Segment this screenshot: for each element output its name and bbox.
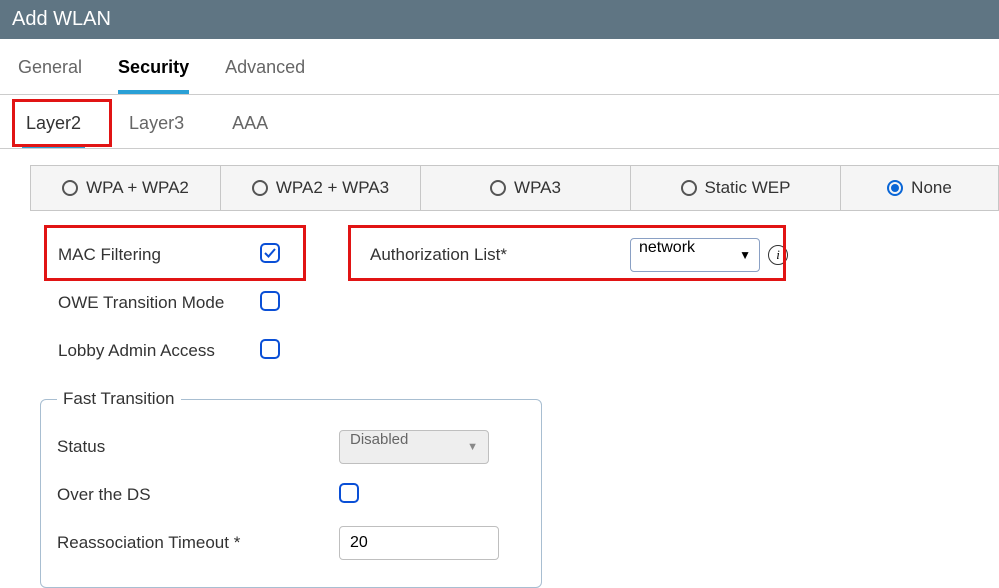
radio-label: None [911, 178, 952, 198]
fast-transition-fieldset: Fast Transition Status Disabled ▼ Over t… [40, 389, 542, 588]
info-icon[interactable]: i [768, 245, 788, 265]
chevron-down-icon: ▼ [739, 248, 751, 262]
owe-transition-checkbox[interactable] [260, 291, 280, 316]
mac-filtering-label: MAC Filtering [0, 245, 260, 265]
radio-none[interactable]: None [841, 166, 999, 210]
radio-icon [887, 180, 903, 196]
tab-advanced[interactable]: Advanced [225, 57, 305, 94]
lobby-admin-label: Lobby Admin Access [0, 341, 260, 361]
subtab-layer2[interactable]: Layer2 [22, 107, 85, 148]
checkbox-unchecked-icon [339, 483, 359, 503]
radio-label: WPA2 + WPA3 [276, 178, 389, 198]
mac-filtering-checkbox[interactable] [260, 243, 280, 268]
authorization-list-label: Authorization List* [280, 245, 630, 265]
row-ft-status: Status Disabled ▼ [57, 423, 525, 471]
radio-icon [252, 180, 268, 196]
row-ft-reassoc-timeout: Reassociation Timeout * [57, 519, 525, 567]
ft-reassoc-timeout-input[interactable] [339, 526, 499, 560]
radio-wpa-wpa2[interactable]: WPA + WPA2 [31, 166, 221, 210]
radio-label: Static WEP [705, 178, 791, 198]
security-sub-tab-bar: Layer2 Layer3 AAA [0, 95, 999, 149]
radio-icon [681, 180, 697, 196]
fast-transition-legend: Fast Transition [57, 389, 181, 409]
checkbox-checked-icon [260, 243, 280, 263]
radio-wpa3[interactable]: WPA3 [421, 166, 631, 210]
chevron-down-icon: ▼ [467, 441, 478, 453]
dialog-title: Add WLAN [12, 8, 111, 30]
lobby-admin-checkbox[interactable] [260, 339, 280, 364]
subtab-layer3[interactable]: Layer3 [125, 107, 188, 148]
radio-label: WPA3 [514, 178, 561, 198]
ft-status-label: Status [57, 437, 339, 457]
checkbox-unchecked-icon [260, 339, 280, 359]
row-owe-transition: OWE Transition Mode [0, 279, 999, 327]
row-lobby-admin: Lobby Admin Access [0, 327, 999, 375]
radio-label: WPA + WPA2 [86, 178, 189, 198]
ft-over-ds-label: Over the DS [57, 485, 339, 505]
radio-icon [490, 180, 506, 196]
authorization-list-dropdown[interactable]: network ▼ [630, 238, 760, 272]
checkbox-unchecked-icon [260, 291, 280, 311]
layer2-form-area: MAC Filtering Authorization List* networ… [0, 211, 999, 588]
radio-static-wep[interactable]: Static WEP [631, 166, 841, 210]
ft-reassoc-timeout-label: Reassociation Timeout * [57, 533, 339, 553]
radio-icon [62, 180, 78, 196]
owe-transition-label: OWE Transition Mode [0, 293, 260, 313]
ft-status-value: Disabled [350, 431, 408, 448]
radio-wpa2-wpa3[interactable]: WPA2 + WPA3 [221, 166, 421, 210]
authorization-list-field-group: network ▼ i [630, 238, 788, 272]
tab-security[interactable]: Security [118, 57, 189, 94]
row-ft-over-ds: Over the DS [57, 471, 525, 519]
security-mode-radio-bar: WPA + WPA2 WPA2 + WPA3 WPA3 Static WEP N… [30, 165, 999, 211]
ft-status-dropdown[interactable]: Disabled ▼ [339, 430, 489, 464]
tab-general[interactable]: General [18, 57, 82, 94]
authorization-list-value: network [639, 239, 695, 256]
top-tab-bar: General Security Advanced [0, 39, 999, 95]
ft-over-ds-checkbox[interactable] [339, 483, 359, 508]
dialog-title-bar: Add WLAN [0, 0, 999, 39]
row-mac-filtering: MAC Filtering Authorization List* networ… [0, 231, 999, 279]
subtab-aaa[interactable]: AAA [228, 107, 272, 148]
